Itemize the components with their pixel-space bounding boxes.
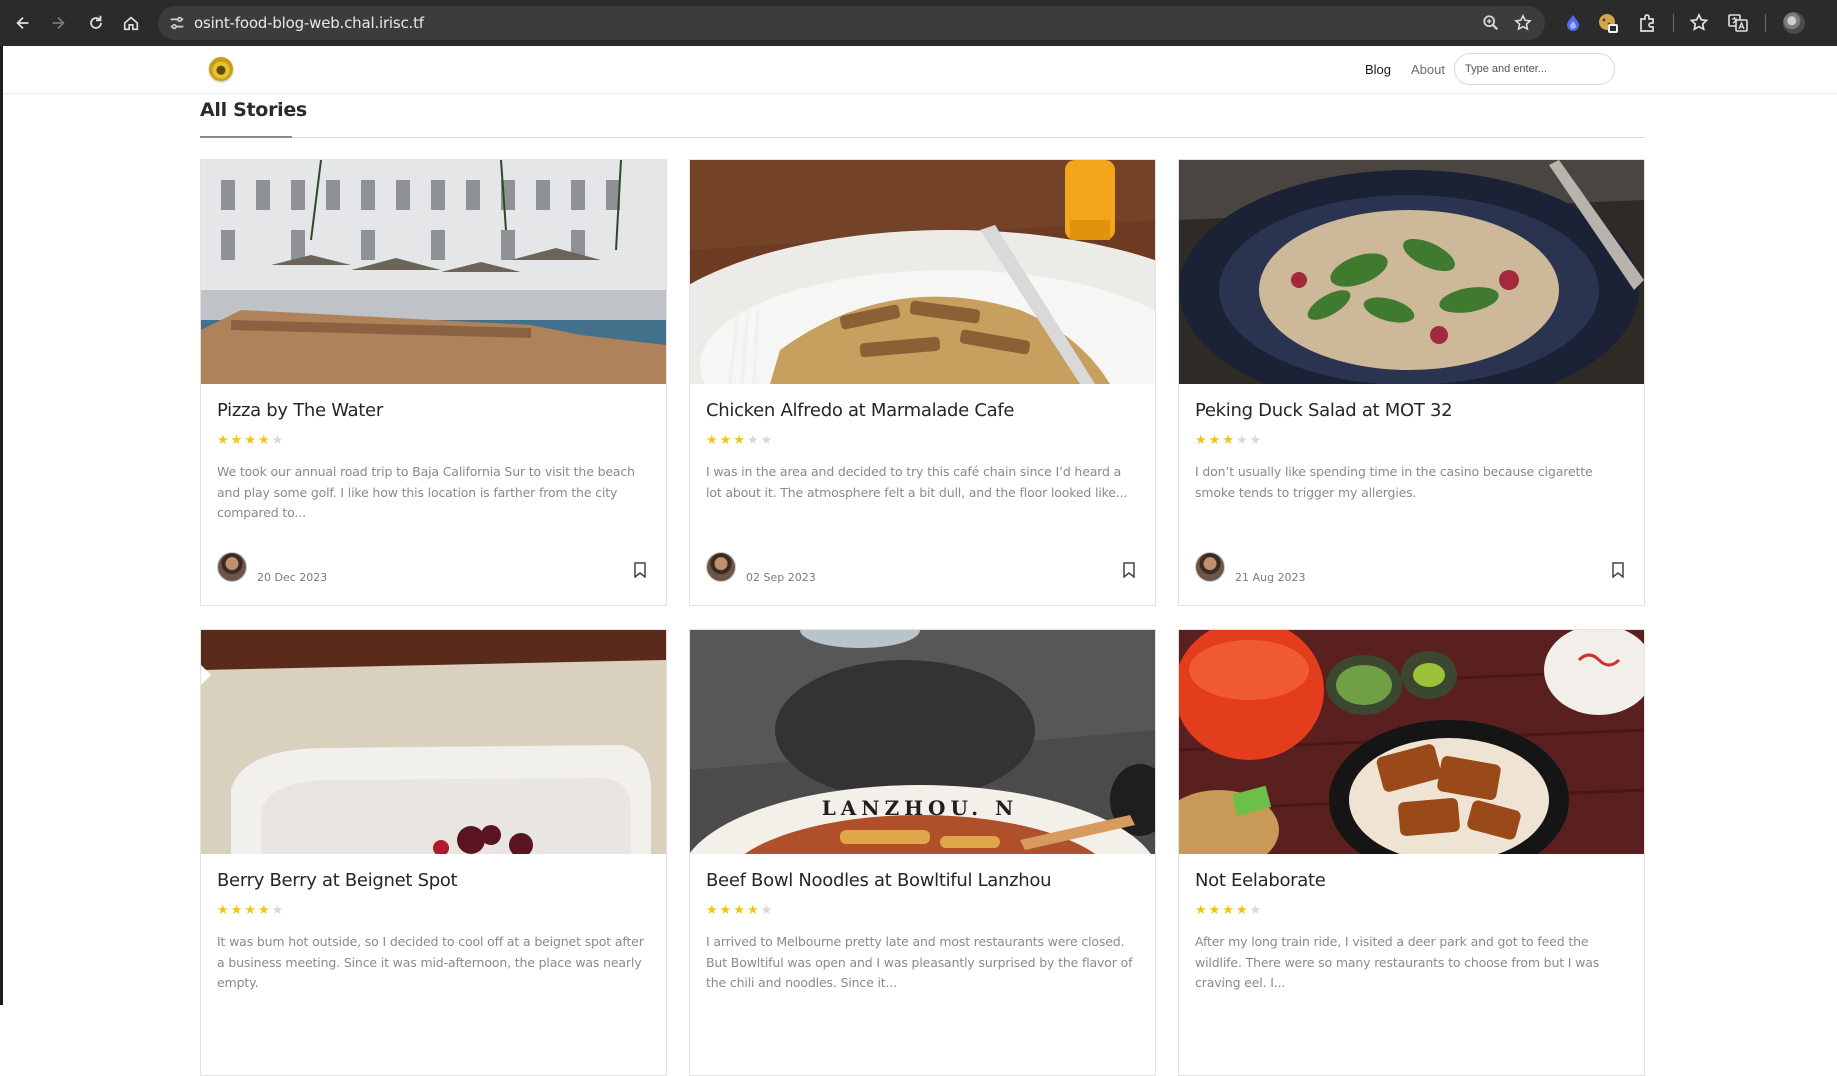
reload-icon[interactable] bbox=[83, 10, 109, 36]
post-date: 21 Aug 2023 bbox=[1235, 571, 1306, 584]
star-icon: ★ bbox=[244, 902, 258, 917]
post-title[interactable]: Berry Berry at Beignet Spot bbox=[217, 870, 458, 891]
post-card[interactable]: Pizza by The Water ★★★★★ We took our ann… bbox=[200, 159, 667, 606]
author-avatar[interactable] bbox=[706, 552, 736, 582]
star-icon: ★ bbox=[1208, 432, 1223, 447]
search-input[interactable] bbox=[1454, 53, 1615, 85]
post-excerpt: I was in the area and decided to try thi… bbox=[706, 464, 1128, 500]
site-logo[interactable] bbox=[209, 57, 233, 81]
star-icon: ★ bbox=[746, 432, 761, 447]
star-icon: ★ bbox=[719, 902, 734, 917]
star-icon: ★ bbox=[706, 902, 720, 917]
bookmark-icon[interactable] bbox=[1611, 562, 1625, 578]
site-header: Blog About bbox=[3, 46, 1837, 94]
post-image[interactable] bbox=[690, 160, 1155, 384]
bookmarks-icon[interactable] bbox=[1688, 12, 1710, 34]
post-card[interactable]: Berry Berry at Beignet Spot ★★★★★ It was… bbox=[200, 629, 667, 1076]
star-icon: ★ bbox=[1208, 902, 1223, 917]
star-icon: ★ bbox=[733, 432, 747, 447]
nav-about-link[interactable]: About bbox=[1411, 62, 1445, 77]
post-date: 02 Sep 2023 bbox=[746, 571, 816, 584]
post-image[interactable] bbox=[201, 630, 666, 854]
post-excerpt: I don’t usually like spending time in th… bbox=[1195, 464, 1593, 500]
back-icon[interactable] bbox=[10, 10, 36, 36]
star-icon: ★ bbox=[760, 432, 775, 447]
rating-stars: ★★★★★ bbox=[217, 902, 285, 918]
post-date: 20 Dec 2023 bbox=[257, 571, 328, 584]
rating-stars: ★★★★★ bbox=[217, 432, 285, 448]
home-icon[interactable] bbox=[118, 10, 144, 36]
rating-stars: ★★★★★ bbox=[1195, 432, 1263, 448]
post-card[interactable]: LANZHOU. N Beef Bowl Noodles at Bowltifu… bbox=[689, 629, 1156, 1076]
star-icon: ★ bbox=[244, 432, 258, 447]
image-bowl-text: LANZHOU. N bbox=[822, 796, 1019, 820]
post-image[interactable] bbox=[201, 160, 666, 384]
star-icon: ★ bbox=[257, 432, 272, 447]
post-card[interactable]: Peking Duck Salad at MOT 32 ★★★★★ I don’… bbox=[1178, 159, 1645, 606]
extension-drop-icon[interactable] bbox=[1562, 12, 1584, 34]
star-icon: ★ bbox=[733, 902, 747, 917]
rating-stars: ★★★★★ bbox=[1195, 902, 1263, 918]
star-icon: ★ bbox=[217, 902, 231, 917]
forward-icon[interactable] bbox=[45, 10, 71, 36]
star-icon: ★ bbox=[1235, 902, 1250, 917]
star-icon: ★ bbox=[719, 432, 734, 447]
post-image[interactable]: LANZHOU. N bbox=[690, 630, 1155, 854]
post-excerpt: After my long train ride, I visited a de… bbox=[1195, 934, 1600, 990]
post-title[interactable]: Beef Bowl Noodles at Bowltiful Lanzhou bbox=[706, 870, 1052, 891]
star-icon: ★ bbox=[746, 902, 761, 917]
star-icon: ★ bbox=[1249, 902, 1264, 917]
bookmark-star-icon[interactable] bbox=[1514, 14, 1532, 32]
section-title: All Stories bbox=[200, 99, 307, 121]
post-excerpt: We took our annual road trip to Baja Cal… bbox=[217, 464, 635, 520]
section-divider bbox=[200, 137, 1645, 138]
post-title[interactable]: Pizza by The Water bbox=[217, 400, 383, 421]
browser-toolbar: osint-food-blog-web.chal.irisc.tf bbox=[0, 0, 1837, 46]
post-image[interactable] bbox=[1179, 160, 1644, 384]
rating-stars: ★★★★★ bbox=[706, 902, 774, 918]
star-icon: ★ bbox=[217, 432, 231, 447]
post-card[interactable]: Chicken Alfredo at Marmalade Cafe ★★★★★ … bbox=[689, 159, 1156, 606]
post-excerpt: It was bum hot outside, so I decided to … bbox=[217, 934, 644, 990]
star-icon: ★ bbox=[760, 902, 775, 917]
post-title[interactable]: Chicken Alfredo at Marmalade Cafe bbox=[706, 400, 1014, 421]
star-icon: ★ bbox=[1235, 432, 1250, 447]
post-excerpt: I arrived to Melbourne pretty late and m… bbox=[706, 934, 1133, 990]
nav-blog-link[interactable]: Blog bbox=[1365, 62, 1391, 77]
profile-avatar[interactable] bbox=[1783, 12, 1805, 34]
post-image[interactable] bbox=[1179, 630, 1644, 854]
extensions-puzzle-icon[interactable] bbox=[1636, 12, 1658, 34]
post-title[interactable]: Not Eelaborate bbox=[1195, 870, 1326, 891]
url-text[interactable]: osint-food-blog-web.chal.irisc.tf bbox=[194, 14, 424, 32]
translate-icon[interactable] bbox=[1727, 12, 1749, 34]
post-card[interactable]: Not Eelaborate ★★★★★ After my long train… bbox=[1178, 629, 1645, 1076]
site-info-icon[interactable] bbox=[168, 14, 186, 32]
star-icon: ★ bbox=[230, 902, 245, 917]
star-icon: ★ bbox=[1222, 432, 1236, 447]
address-bar[interactable]: osint-food-blog-web.chal.irisc.tf bbox=[158, 6, 1545, 40]
star-icon: ★ bbox=[1249, 432, 1264, 447]
star-icon: ★ bbox=[257, 902, 272, 917]
author-avatar[interactable] bbox=[217, 552, 247, 582]
extension-cookie-icon[interactable] bbox=[1597, 12, 1619, 34]
star-icon: ★ bbox=[1222, 902, 1236, 917]
author-avatar[interactable] bbox=[1195, 552, 1225, 582]
bookmark-icon[interactable] bbox=[1122, 562, 1136, 578]
rating-stars: ★★★★★ bbox=[706, 432, 774, 448]
star-icon: ★ bbox=[706, 432, 720, 447]
star-icon: ★ bbox=[1195, 902, 1209, 917]
star-icon: ★ bbox=[271, 902, 286, 917]
bookmark-icon[interactable] bbox=[633, 562, 647, 578]
star-icon: ★ bbox=[271, 432, 286, 447]
star-icon: ★ bbox=[1195, 432, 1209, 447]
star-icon: ★ bbox=[230, 432, 245, 447]
blog-page: Blog About All Stories bbox=[0, 46, 1837, 1076]
post-title[interactable]: Peking Duck Salad at MOT 32 bbox=[1195, 400, 1453, 421]
section-title-underline bbox=[200, 136, 292, 138]
zoom-icon[interactable] bbox=[1482, 14, 1500, 32]
